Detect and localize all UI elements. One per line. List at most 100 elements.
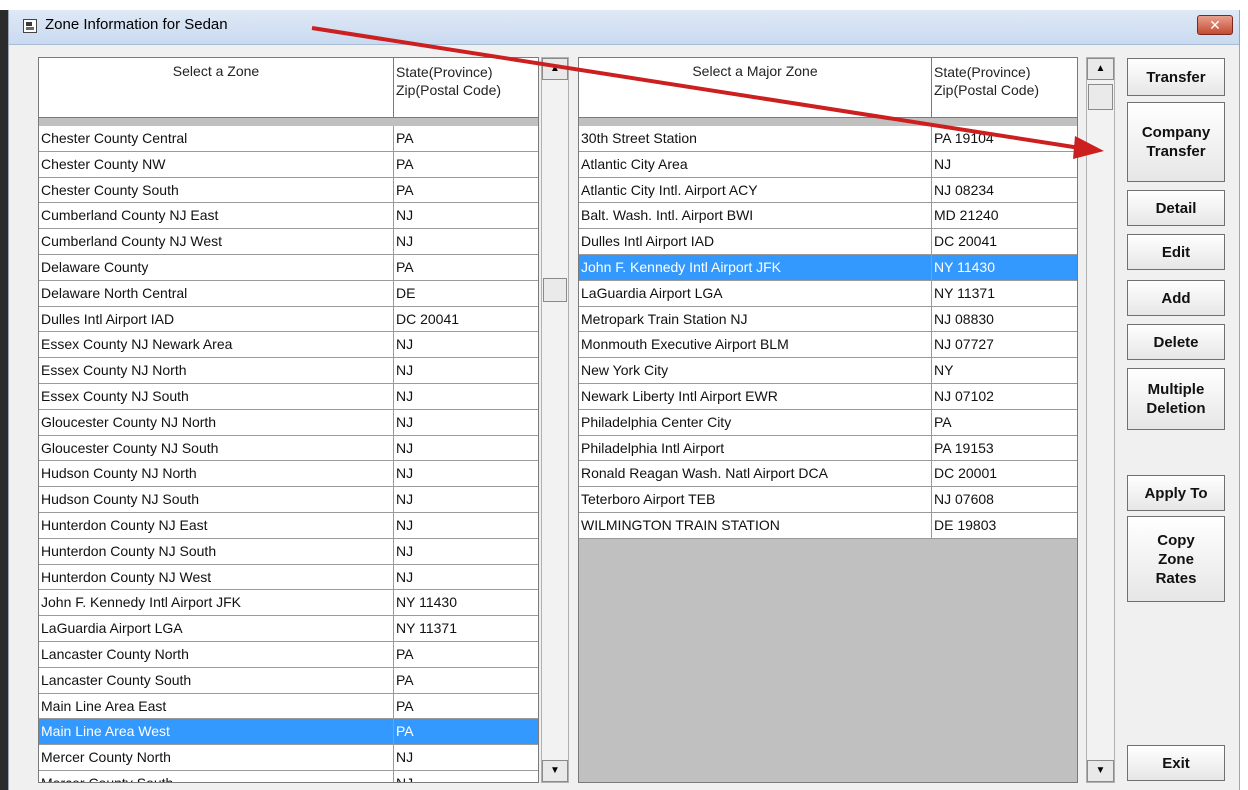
major-zone-column-header[interactable]: Select a Major Zone bbox=[579, 58, 932, 117]
table-row[interactable]: New York City NY bbox=[579, 358, 1077, 384]
close-button[interactable]: ✕ bbox=[1197, 15, 1233, 35]
scroll-up-icon[interactable]: ▲ bbox=[1087, 58, 1114, 80]
zone-grid[interactable]: Select a Zone State(Province) Zip(Postal… bbox=[38, 57, 539, 783]
table-row[interactable]: Metropark Train Station NJ NJ 08830 bbox=[579, 306, 1077, 333]
multiple-deletion-button[interactable]: Multiple Deletion bbox=[1127, 368, 1225, 430]
zone-name-cell: Teterboro Airport TEB bbox=[579, 487, 932, 512]
scroll-thumb[interactable] bbox=[543, 278, 567, 302]
zone-grid-scrollbar[interactable]: ▲ ▼ bbox=[541, 57, 569, 783]
major-zone-grid[interactable]: Select a Major Zone State(Province) Zip(… bbox=[578, 57, 1078, 783]
major-zone-grid-scrollbar[interactable]: ▲ ▼ bbox=[1086, 57, 1115, 783]
table-row[interactable]: Essex County NJ Newark Area NJ bbox=[39, 332, 538, 359]
state-cell: NJ bbox=[394, 745, 538, 770]
table-row[interactable]: Dulles Intl Airport IAD DC 20041 bbox=[39, 306, 538, 333]
zone-name-cell: John F. Kennedy Intl Airport JFK bbox=[579, 254, 932, 280]
state-cell: PA bbox=[394, 694, 538, 719]
table-row[interactable]: Atlantic City Intl. Airport ACY NJ 08234 bbox=[579, 177, 1077, 204]
zone-name-cell: Main Line Area West bbox=[39, 719, 394, 745]
delete-button[interactable]: Delete bbox=[1127, 324, 1225, 360]
table-row[interactable]: Lancaster County North PA bbox=[39, 641, 538, 668]
table-row[interactable]: Essex County NJ North NJ bbox=[39, 358, 538, 384]
table-row[interactable]: 30th Street Station PA 19104 bbox=[579, 126, 1077, 152]
table-row[interactable]: Teterboro Airport TEB NJ 07608 bbox=[579, 487, 1077, 513]
table-row[interactable]: Hudson County NJ North NJ bbox=[39, 461, 538, 488]
state-cell: NJ 08830 bbox=[932, 307, 1077, 332]
table-row[interactable]: Chester County Central PA bbox=[39, 126, 538, 152]
table-row[interactable]: Philadelphia Center City PA bbox=[579, 409, 1077, 436]
detail-button[interactable]: Detail bbox=[1127, 190, 1225, 226]
exit-button[interactable]: Exit bbox=[1127, 745, 1225, 781]
table-row[interactable]: Essex County NJ South NJ bbox=[39, 383, 538, 410]
table-row[interactable]: Main Line Area East PA bbox=[39, 693, 538, 720]
apply-to-button[interactable]: Apply To bbox=[1127, 475, 1225, 511]
table-row[interactable]: Hunterdon County NJ East NJ bbox=[39, 512, 538, 539]
scroll-up-icon[interactable]: ▲ bbox=[542, 58, 568, 80]
copy-zone-rates-button[interactable]: Copy Zone Rates bbox=[1127, 516, 1225, 602]
scroll-down-icon[interactable]: ▼ bbox=[542, 760, 568, 782]
table-row[interactable]: Cumberland County NJ West NJ bbox=[39, 229, 538, 255]
table-row[interactable]: Dulles Intl Airport IAD DC 20041 bbox=[579, 229, 1077, 255]
table-row[interactable]: Delaware County PA bbox=[39, 254, 538, 281]
zone-name-cell: Metropark Train Station NJ bbox=[579, 306, 932, 332]
zone-name-cell: WILMINGTON TRAIN STATION bbox=[579, 512, 932, 538]
table-row[interactable]: Hudson County NJ South NJ bbox=[39, 487, 538, 513]
zone-name-cell: Chester County Central bbox=[39, 126, 394, 151]
table-row[interactable]: Balt. Wash. Intl. Airport BWI MD 21240 bbox=[579, 203, 1077, 230]
window-title: Zone Information for Sedan bbox=[45, 16, 228, 33]
table-row[interactable]: Hunterdon County NJ West NJ bbox=[39, 564, 538, 591]
state-cell: DC 20001 bbox=[932, 461, 1077, 486]
scroll-down-icon[interactable]: ▼ bbox=[1087, 760, 1114, 782]
state-cell: NJ bbox=[394, 358, 538, 383]
zone-name-cell: Gloucester County NJ North bbox=[39, 409, 394, 435]
zone-name-cell: Hudson County NJ North bbox=[39, 461, 394, 487]
add-button[interactable]: Add bbox=[1127, 280, 1225, 316]
table-row[interactable]: Gloucester County NJ South NJ bbox=[39, 435, 538, 462]
zone-name-cell: John F. Kennedy Intl Airport JFK bbox=[39, 590, 394, 616]
zone-name-cell: Newark Liberty Intl Airport EWR bbox=[579, 383, 932, 409]
state-cell: NJ bbox=[394, 410, 538, 435]
table-row[interactable]: Monmouth Executive Airport BLM NJ 07727 bbox=[579, 332, 1077, 359]
table-row[interactable]: Philadelphia Intl Airport PA 19153 bbox=[579, 435, 1077, 462]
table-row[interactable]: John F. Kennedy Intl Airport JFK NY 11430 bbox=[39, 590, 538, 617]
zone-name-cell: Atlantic City Area bbox=[579, 151, 932, 177]
table-row[interactable]: LaGuardia Airport LGA NY 11371 bbox=[39, 616, 538, 642]
table-row[interactable]: Chester County South PA bbox=[39, 177, 538, 204]
table-row[interactable]: WILMINGTON TRAIN STATION DE 19803 bbox=[579, 512, 1077, 539]
zone-name-cell: Dulles Intl Airport IAD bbox=[39, 306, 394, 332]
major-state-column-header[interactable]: State(Province) Zip(Postal Code) bbox=[932, 58, 1077, 117]
scroll-thumb[interactable] bbox=[1088, 84, 1113, 110]
state-cell: DE 19803 bbox=[932, 513, 1077, 538]
table-row[interactable]: Cumberland County NJ East NJ bbox=[39, 203, 538, 230]
table-row[interactable]: Mercer County South NJ bbox=[39, 770, 538, 782]
table-row[interactable]: Newark Liberty Intl Airport EWR NJ 07102 bbox=[579, 383, 1077, 410]
table-row[interactable]: LaGuardia Airport LGA NY 11371 bbox=[579, 280, 1077, 307]
zone-name-cell: LaGuardia Airport LGA bbox=[579, 280, 932, 306]
zone-column-header[interactable]: Select a Zone bbox=[39, 58, 394, 117]
company-transfer-button[interactable]: Company Transfer bbox=[1127, 102, 1225, 182]
major-zone-grid-header: Select a Major Zone State(Province) Zip(… bbox=[579, 58, 1077, 118]
table-row[interactable]: Lancaster County South PA bbox=[39, 667, 538, 694]
table-row[interactable]: John F. Kennedy Intl Airport JFK NY 11430 bbox=[579, 254, 1077, 281]
table-row[interactable]: Delaware North Central DE bbox=[39, 280, 538, 307]
zone-name-cell: Essex County NJ South bbox=[39, 383, 394, 409]
zone-name-cell: Main Line Area East bbox=[39, 693, 394, 719]
table-row[interactable]: Hunterdon County NJ South NJ bbox=[39, 538, 538, 565]
state-cell: NJ bbox=[394, 436, 538, 461]
zone-name-cell: Ronald Reagan Wash. Natl Airport DCA bbox=[579, 461, 932, 487]
table-row[interactable]: Ronald Reagan Wash. Natl Airport DCA DC 2… bbox=[579, 461, 1077, 488]
table-row[interactable]: Mercer County North NJ bbox=[39, 745, 538, 771]
table-row[interactable]: Chester County NW PA bbox=[39, 151, 538, 178]
state-cell: DE bbox=[394, 281, 538, 306]
state-cell: NJ bbox=[394, 539, 538, 564]
edit-button[interactable]: Edit bbox=[1127, 234, 1225, 270]
transfer-button[interactable]: Transfer bbox=[1127, 58, 1225, 96]
zone-name-cell: Atlantic City Intl. Airport ACY bbox=[579, 177, 932, 203]
table-row[interactable]: Atlantic City Area NJ bbox=[579, 151, 1077, 178]
table-row[interactable]: Gloucester County NJ North NJ bbox=[39, 409, 538, 436]
state-column-header[interactable]: State(Province) Zip(Postal Code) bbox=[394, 58, 538, 117]
table-row[interactable]: Main Line Area West PA bbox=[39, 719, 538, 746]
state-cell: DC 20041 bbox=[932, 229, 1077, 254]
state-cell: NY 11371 bbox=[932, 281, 1077, 306]
state-cell: PA bbox=[394, 642, 538, 667]
zone-grid-header: Select a Zone State(Province) Zip(Postal… bbox=[39, 58, 538, 118]
